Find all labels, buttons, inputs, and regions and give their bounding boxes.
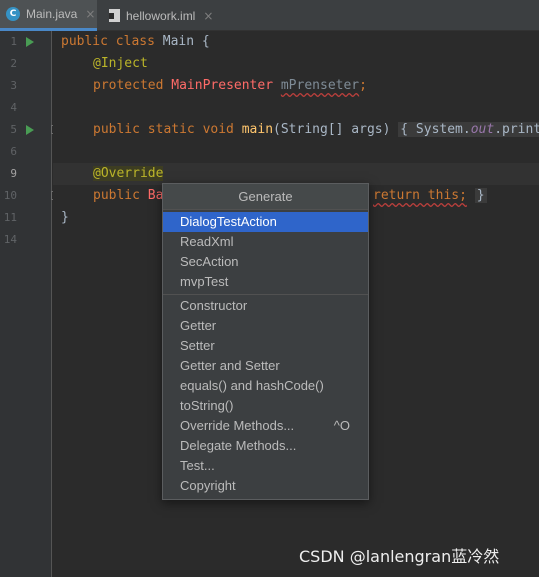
code-line: public static void main(String[] args) {… [93,119,539,141]
keyword: public class [61,34,155,49]
menu-item-mvptest[interactable]: mvpTest [163,272,368,292]
code-line: return this; } [373,185,487,207]
method-params: (String[] args) [273,122,391,137]
run-icon[interactable] [26,125,34,135]
menu-item-equals-hashcode[interactable]: equals() and hashCode() [163,376,368,396]
editor-gutter: 1 2 3 4 5 6 9 10 11 14 [0,31,60,577]
keyword: protected [93,78,164,93]
menu-item-override-methods[interactable]: Override Methods... ^O [163,416,368,436]
run-icon[interactable] [26,37,34,47]
folded-brace: { [400,122,416,137]
tab-hellowork-iml[interactable]: hellowork.iml × [99,0,219,31]
tab-label: hellowork.iml [126,8,196,23]
menu-item-copyright[interactable]: Copyright [163,476,368,496]
java-class-icon: C [6,7,20,21]
menu-item-readxml[interactable]: ReadXml [163,232,368,252]
menu-item-delegate-methods[interactable]: Delegate Methods... [163,436,368,456]
method-name: main [233,122,274,137]
close-icon[interactable]: × [203,9,213,23]
menu-item-getter[interactable]: Getter [163,316,368,336]
code-line: @Inject [93,53,148,75]
line-number: 1 [10,35,17,48]
keyword: public static void [93,122,234,137]
code-line: } [61,207,69,229]
folded-body[interactable]: { System.out.printl [398,122,539,137]
menu-item-test[interactable]: Test... [163,456,368,476]
code-line: public class Main { [61,31,210,53]
menu-separator [163,294,368,295]
menu-item-tostring[interactable]: toString() [163,396,368,416]
popup-title: Generate [163,184,368,210]
editor-tab-bar: C Main.java × hellowork.iml × [0,0,539,31]
semicolon: ; [359,78,367,93]
annotation: @Inject [93,56,148,71]
folded-call: System. [415,122,471,137]
line-number: 3 [10,79,17,92]
folded-field: out [470,122,495,137]
line-number: 11 [3,211,17,224]
line-number: 4 [10,101,17,114]
annotation: @Override [93,166,164,181]
menu-item-setter[interactable]: Setter [163,336,368,356]
tab-label: Main.java [26,7,78,21]
shortcut-label: ^O [333,418,350,433]
menu-item-label: Override Methods... [180,418,295,433]
menu-item-dialogtestaction[interactable]: DialogTestAction [163,212,368,232]
tab-main-java[interactable]: C Main.java × [0,0,97,31]
code-line: @Override [93,163,164,185]
line-number: 14 [3,233,17,246]
menu-item-getter-and-setter[interactable]: Getter and Setter [163,356,368,376]
code-line: public Ba [93,185,163,207]
close-icon[interactable]: × [85,7,95,21]
line-number: 5 [10,123,17,136]
class-declaration: Main { [154,34,210,49]
code-line: protected MainPresenter mPrenseter; [93,75,367,97]
line-number: 10 [3,189,17,202]
folded-method: .printl [494,122,539,137]
line-number: 2 [10,57,17,70]
keyword: public [93,188,140,203]
closing-brace: } [474,188,487,203]
watermark: CSDN @lanlengran蓝冷然 [299,547,500,566]
menu-item-constructor[interactable]: Constructor [163,296,368,316]
menu-item-secaction[interactable]: SecAction [163,252,368,272]
unresolved-type: MainPresenter [171,78,274,93]
field-name: mPrenseter [280,78,360,93]
line-number: 9 [10,167,17,180]
line-number: 6 [10,145,17,158]
return-statement: return this; [373,188,467,203]
closing-brace: } [61,210,69,225]
generate-popup: Generate DialogTestAction ReadXml SecAct… [162,183,369,500]
file-icon [109,9,120,22]
